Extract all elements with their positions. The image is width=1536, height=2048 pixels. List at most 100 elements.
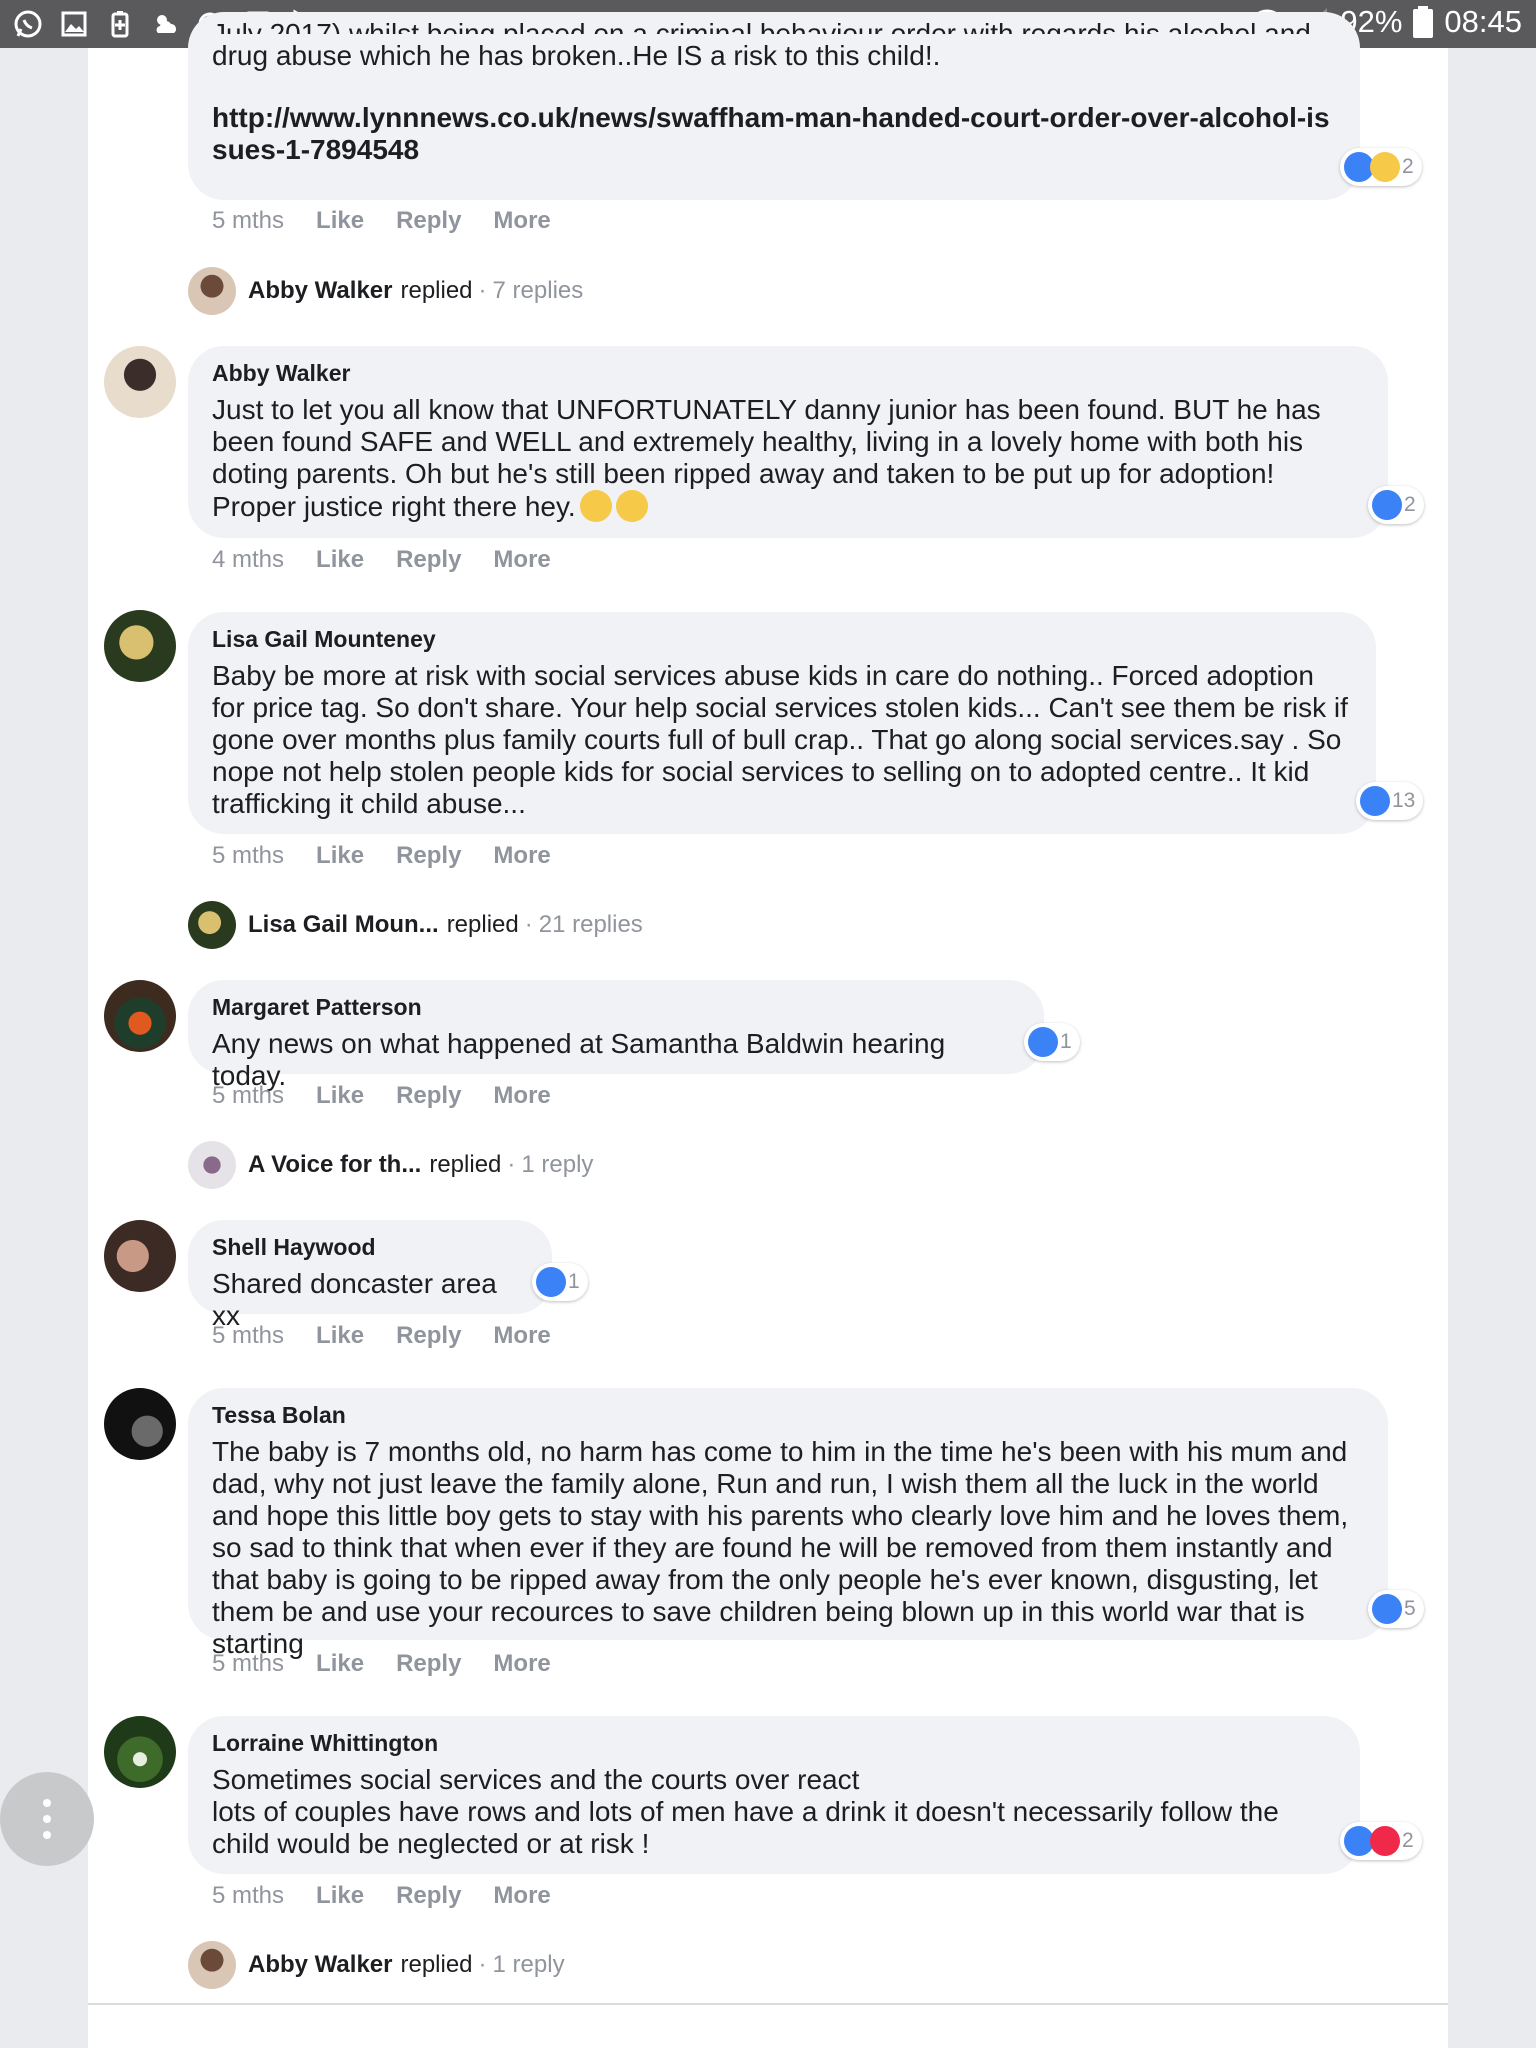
whatsapp-icon	[14, 10, 42, 38]
comment-author[interactable]: Shell Haywood	[212, 1232, 528, 1262]
reply-button[interactable]: Reply	[396, 1882, 461, 1910]
comment-author[interactable]: Margaret Patterson	[212, 992, 1020, 1022]
like-button[interactable]: Like	[316, 1650, 364, 1678]
like-button[interactable]: Like	[316, 1082, 364, 1110]
avatar[interactable]	[188, 267, 236, 315]
comment-actions: 5 mths Like Reply More	[212, 207, 551, 235]
reaction-summary[interactable]: 2	[1340, 148, 1422, 186]
reply-button[interactable]: Reply	[396, 1082, 461, 1110]
like-button[interactable]: Like	[316, 842, 364, 870]
avatar[interactable]	[188, 1941, 236, 1989]
battery-icon	[1413, 6, 1434, 38]
reply-button[interactable]: Reply	[396, 1650, 461, 1678]
comment-text-clipped: July 2017),whilst being placed on a crim…	[212, 18, 1311, 34]
like-button[interactable]: Like	[316, 1322, 364, 1350]
avatar[interactable]	[104, 346, 176, 418]
comment-text: drug abuse which he has broken..He IS a …	[212, 40, 941, 71]
reaction-count: 2	[1404, 493, 1416, 516]
like-reaction-icon	[1360, 786, 1390, 816]
clock: 08:45	[1444, 4, 1522, 39]
reply-button[interactable]: Reply	[396, 207, 461, 235]
replies-link[interactable]: Abby Walker replied · 7 replies	[248, 277, 583, 305]
replies-link[interactable]: A Voice for th... replied · 1 reply	[248, 1151, 593, 1179]
reaction-count: 2	[1402, 1829, 1414, 1852]
comment-time: 5 mths	[212, 842, 285, 869]
more-button[interactable]: More	[493, 1082, 550, 1110]
avatar[interactable]	[188, 901, 236, 949]
reaction-count: 2	[1402, 155, 1414, 178]
like-button[interactable]: Like	[316, 546, 364, 574]
comment-bubble[interactable]: Shell Haywood Shared doncaster area xx	[188, 1220, 552, 1331]
like-reaction-icon	[536, 1267, 566, 1297]
avatar[interactable]	[104, 1716, 176, 1788]
like-reaction-icon	[1372, 490, 1402, 520]
thinking-emoji-icon	[579, 490, 612, 522]
comment-time: 5 mths	[212, 1322, 285, 1349]
comment-bubble[interactable]: July 2017),whilst being placed on a crim…	[188, 12, 1360, 200]
comment-actions: 5 mths Like Reply More	[212, 1882, 551, 1910]
comment-bubble[interactable]: Lorraine Whittington Sometimes social se…	[188, 1716, 1360, 1874]
more-button[interactable]: More	[493, 1322, 550, 1350]
comment-author[interactable]: Tessa Bolan	[212, 1400, 1364, 1430]
comment-author[interactable]: Lorraine Whittington	[212, 1728, 1336, 1758]
more-button[interactable]: More	[493, 207, 550, 235]
comment-actions: 5 mths Like Reply More	[212, 842, 551, 870]
reaction-summary[interactable]: 5	[1368, 1590, 1424, 1628]
comment-time: 5 mths	[212, 1650, 285, 1677]
avatar[interactable]	[104, 610, 176, 682]
more-button[interactable]: More	[493, 842, 550, 870]
comment-actions: 4 mths Like Reply More	[212, 546, 551, 574]
comment-actions: 5 mths Like Reply More	[212, 1082, 551, 1110]
comment-link[interactable]: http://www.lynnnews.co.uk/news/swaffham-…	[212, 102, 1336, 166]
comment-author[interactable]: Lisa Gail Mounteney	[212, 624, 1352, 654]
gallery-icon	[61, 11, 87, 37]
love-reaction-icon	[1370, 1826, 1400, 1856]
comment-text: Sometimes social services and the courts…	[212, 1764, 1279, 1859]
comment-actions: 5 mths Like Reply More	[212, 1650, 551, 1678]
laughing-emoji-icon	[615, 490, 648, 522]
comment-bubble[interactable]: Abby Walker Just to let you all know tha…	[188, 346, 1388, 538]
like-button[interactable]: Like	[316, 1882, 364, 1910]
reply-button[interactable]: Reply	[396, 546, 461, 574]
reaction-summary[interactable]: 2	[1340, 1822, 1422, 1860]
avatar[interactable]	[188, 1141, 236, 1189]
like-reaction-icon	[1028, 1027, 1058, 1057]
comment-actions: 5 mths Like Reply More	[212, 1322, 551, 1350]
replies-link[interactable]: Lisa Gail Moun... replied · 21 replies	[248, 911, 643, 939]
like-button[interactable]: Like	[316, 207, 364, 235]
more-button[interactable]: More	[493, 1650, 550, 1678]
comment-text: Baby be more at risk with social service…	[212, 660, 1348, 819]
comment-bubble[interactable]: Tessa Bolan The baby is 7 months old, no…	[188, 1388, 1388, 1659]
more-vert-icon	[43, 1799, 51, 1807]
avatar[interactable]	[104, 980, 176, 1052]
comment-time: 5 mths	[212, 207, 285, 234]
haha-reaction-icon	[1370, 152, 1400, 182]
reaction-summary[interactable]: 1	[1024, 1023, 1080, 1061]
more-button[interactable]: More	[493, 1882, 550, 1910]
comment-text: The baby is 7 months old, no harm has co…	[212, 1436, 1349, 1659]
reply-button[interactable]: Reply	[396, 1322, 461, 1350]
reaction-count: 13	[1392, 789, 1416, 812]
comment-bubble[interactable]: Lisa Gail Mounteney Baby be more at risk…	[188, 612, 1376, 834]
comment-time: 5 mths	[212, 1082, 285, 1109]
reaction-summary[interactable]: 2	[1368, 486, 1424, 524]
reaction-summary[interactable]: 13	[1356, 782, 1424, 820]
comment-text: Just to let you all know that UNFORTUNAT…	[212, 394, 1321, 522]
reaction-count: 1	[568, 1270, 580, 1293]
reaction-count: 5	[1404, 1597, 1416, 1620]
reply-button[interactable]: Reply	[396, 842, 461, 870]
weather-icon	[156, 15, 176, 33]
reaction-count: 1	[1060, 1030, 1072, 1053]
comment-time: 4 mths	[212, 546, 285, 573]
avatar[interactable]	[104, 1220, 176, 1292]
avatar[interactable]	[104, 1388, 176, 1460]
divider	[88, 2003, 1448, 2005]
battery-saver-icon	[111, 11, 129, 38]
more-button[interactable]: More	[493, 546, 550, 574]
comment-author[interactable]: Abby Walker	[212, 358, 1364, 388]
comment-bubble[interactable]: Margaret Patterson Any news on what happ…	[188, 980, 1044, 1091]
replies-link[interactable]: Abby Walker replied · 1 reply	[248, 1951, 565, 1979]
reaction-summary[interactable]: 1	[532, 1263, 588, 1301]
floating-menu-button[interactable]	[0, 1772, 94, 1866]
comment-time: 5 mths	[212, 1882, 285, 1909]
